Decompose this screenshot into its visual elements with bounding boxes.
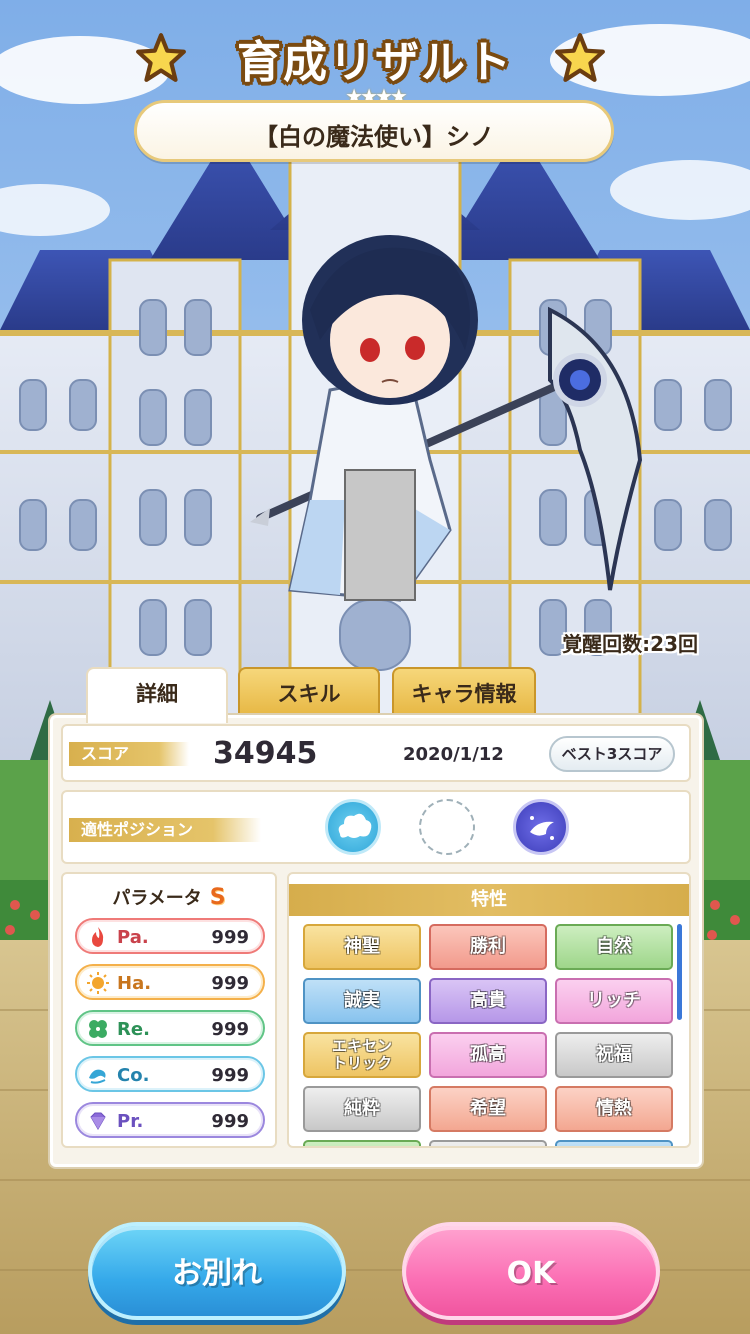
tab-character-info[interactable]: キャラ情報 — [392, 667, 536, 719]
score-value: 34945 — [213, 736, 318, 771]
tab-skill[interactable]: スキル — [238, 667, 380, 719]
trait-badge[interactable]: 祝福 — [555, 1032, 673, 1078]
farewell-button[interactable]: お別れ — [88, 1222, 346, 1320]
stat-re: Re. 999 — [75, 1010, 265, 1046]
stat-ha: Ha. 999 — [75, 964, 265, 1000]
trait-badge-partial — [303, 1140, 421, 1146]
stat-label: Co. — [117, 1065, 150, 1086]
trait-badge[interactable]: エキセン トリック — [303, 1032, 421, 1078]
page-title: 育成リザルト — [237, 37, 513, 88]
sun-icon — [87, 972, 109, 994]
parameter-header: パラメータ S — [63, 884, 275, 910]
clover-icon — [89, 1020, 107, 1038]
cloud-position-icon — [325, 799, 381, 855]
tab-details[interactable]: 詳細 — [86, 667, 228, 723]
night-position-icon — [513, 799, 569, 855]
stat-pa: Pa. 999 — [75, 918, 265, 954]
stat-label: Ha. — [117, 973, 152, 994]
empty-position-slot — [419, 799, 475, 855]
stat-value: 999 — [211, 1065, 249, 1086]
diamond-icon — [90, 1112, 106, 1130]
position-row: 適性ポジション — [61, 790, 691, 864]
score-label: スコア — [69, 742, 189, 766]
traits-scrollbar[interactable] — [677, 924, 682, 1144]
title-bar: 育成リザルト — [0, 12, 750, 88]
result-panel: スコア 34945 2020/1/12 ベスト3スコア 適性ポジション パラメー… — [50, 715, 702, 1167]
trait-badge-partial — [555, 1140, 673, 1146]
ok-button[interactable]: OK — [402, 1222, 660, 1320]
trait-badge[interactable]: 誠実 — [303, 978, 421, 1024]
trait-badge-partial — [429, 1140, 547, 1146]
awakening-count: 覚醒回数:23回 — [562, 632, 698, 656]
trait-badge[interactable]: 希望 — [429, 1086, 547, 1132]
scrollbar-thumb[interactable] — [677, 924, 682, 1020]
flame-icon — [92, 927, 104, 947]
stat-value: 999 — [211, 927, 249, 948]
score-row: スコア 34945 2020/1/12 ベスト3スコア — [61, 724, 691, 782]
stat-co: Co. 999 — [75, 1056, 265, 1092]
character-name-plate: 【白の魔法使い】シノ — [134, 100, 614, 162]
best3-score-button[interactable]: ベスト3スコア — [549, 736, 675, 772]
trait-badge[interactable]: 自然 — [555, 924, 673, 970]
stat-value: 999 — [211, 1111, 249, 1132]
stat-pr: Pr. 999 — [75, 1102, 265, 1138]
trait-badge[interactable]: 勝利 — [429, 924, 547, 970]
stat-label: Pr. — [117, 1111, 144, 1132]
traits-header: 特性 — [289, 884, 689, 916]
score-date: 2020/1/12 — [403, 744, 504, 765]
parameter-box: パラメータ S Pa. 999 Ha. 999 Re. 999 Co. 999 P… — [61, 872, 277, 1148]
traits-box: 特性 神聖 勝利 自然 誠実 高貴 リッチ エキセン トリック 孤高 祝福 純粋… — [287, 872, 691, 1148]
parameter-grade: S — [209, 885, 226, 910]
stat-value: 999 — [211, 973, 249, 994]
trait-badge[interactable]: 純粋 — [303, 1086, 421, 1132]
wave-icon — [89, 1069, 106, 1084]
stat-value: 999 — [211, 1019, 249, 1040]
trait-badge[interactable]: 孤高 — [429, 1032, 547, 1078]
parameter-label: パラメータ — [112, 888, 202, 909]
character-sprite — [250, 200, 660, 620]
character-name: 【白の魔法使い】シノ — [254, 123, 494, 151]
trait-badge[interactable]: 情熱 — [555, 1086, 673, 1132]
stat-label: Pa. — [117, 927, 149, 948]
star-icon — [555, 33, 605, 82]
stat-label: Re. — [117, 1019, 150, 1040]
position-label: 適性ポジション — [69, 818, 261, 842]
trait-badge[interactable]: リッチ — [555, 978, 673, 1024]
trait-badge[interactable]: 高貴 — [429, 978, 547, 1024]
trait-badge[interactable]: 神聖 — [303, 924, 421, 970]
